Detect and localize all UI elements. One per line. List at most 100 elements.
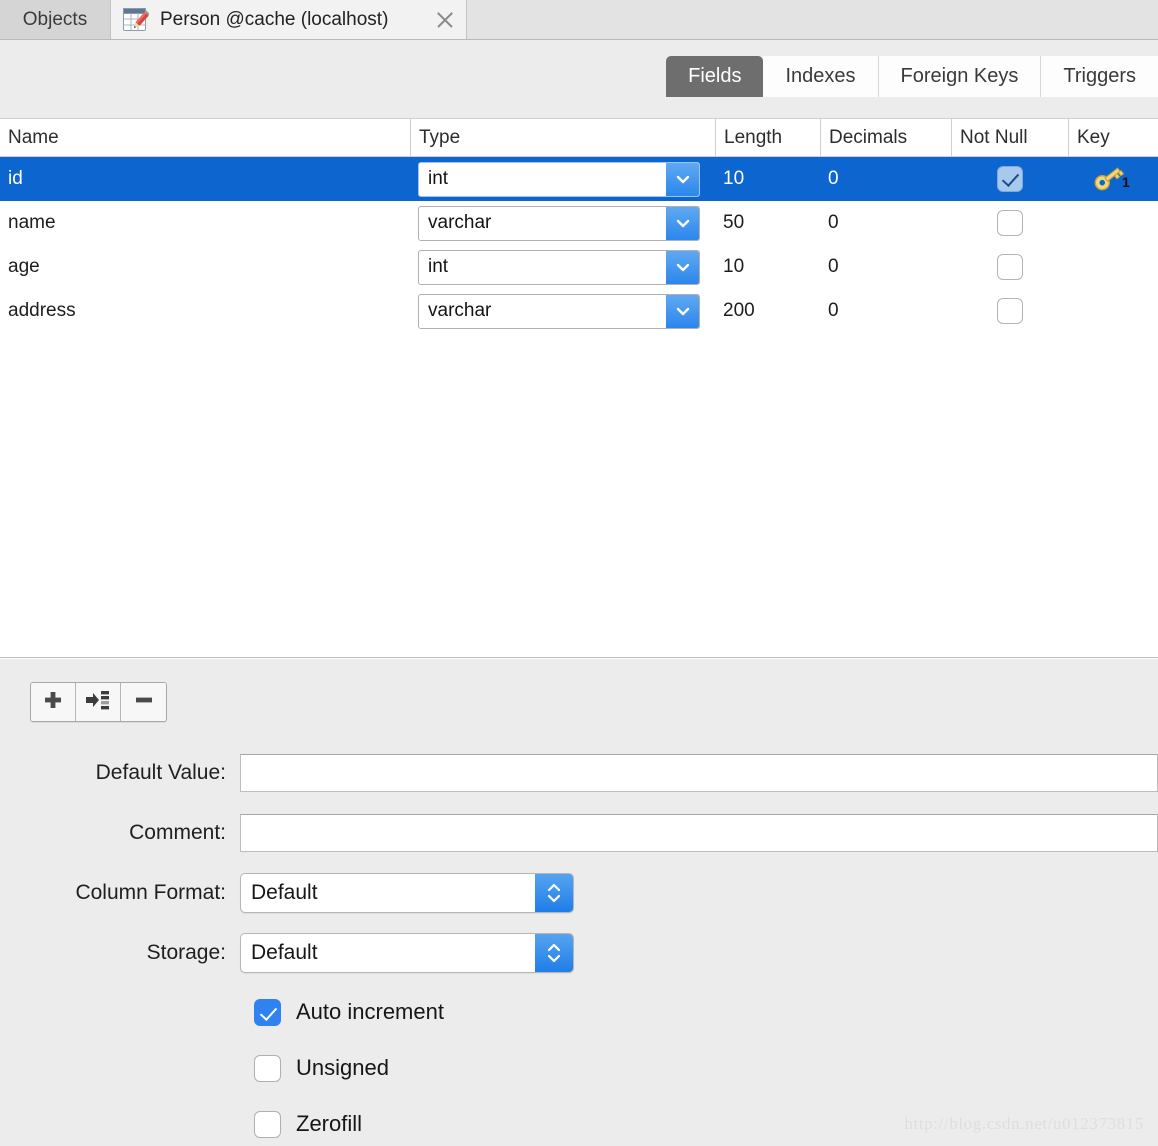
field-length-value: 10: [723, 256, 745, 277]
field-name-cell[interactable]: address: [0, 289, 410, 333]
field-not-null-cell[interactable]: [951, 201, 1068, 245]
storage-row: Storage: Default: [0, 932, 1158, 974]
field-type-cell[interactable]: varchar: [410, 289, 715, 333]
field-length-cell[interactable]: 10: [715, 157, 820, 201]
unsigned-checkbox[interactable]: [254, 1054, 281, 1082]
tab-indexes[interactable]: Indexes: [763, 56, 879, 97]
table-row[interactable]: name varchar 50 0: [0, 201, 1158, 245]
unsigned-row: Unsigned: [0, 1048, 1158, 1088]
watermark-text: http://blog.csdn.net/u012373815: [904, 1114, 1144, 1133]
tab-triggers[interactable]: Triggers: [1041, 56, 1158, 97]
field-name-cell[interactable]: age: [0, 245, 410, 289]
column-header-type[interactable]: Type: [410, 119, 715, 156]
field-name-value: age: [8, 256, 40, 277]
tabstrip-filler: [467, 0, 1158, 39]
type-dropdown[interactable]: int: [418, 249, 700, 285]
table-row[interactable]: age int 10 0: [0, 245, 1158, 289]
type-dropdown[interactable]: varchar: [418, 293, 700, 329]
delete-field-button[interactable]: [121, 683, 166, 721]
field-key-cell[interactable]: 1: [1068, 157, 1158, 201]
auto-increment-label: Auto increment: [296, 999, 444, 1024]
field-decimals-cell[interactable]: 0: [820, 157, 951, 201]
not-null-checkbox[interactable]: [996, 254, 1023, 280]
plus-icon: [42, 689, 64, 716]
chevron-down-icon[interactable]: [666, 250, 699, 284]
field-length-cell[interactable]: 50: [715, 201, 820, 245]
editor-subtab-bar: Fields Indexes Foreign Keys Triggers: [0, 40, 1158, 118]
tab-fields-label: Fields: [688, 65, 742, 87]
field-name-value: name: [8, 212, 56, 233]
chevron-down-icon[interactable]: [666, 294, 699, 328]
column-header-decimals[interactable]: Decimals: [820, 119, 951, 156]
not-null-checkbox[interactable]: [996, 166, 1023, 192]
field-key-cell[interactable]: [1068, 245, 1158, 289]
column-format-select[interactable]: Default: [240, 873, 574, 913]
comment-row: Comment:: [0, 812, 1158, 854]
add-field-button[interactable]: [31, 683, 76, 721]
column-header-length[interactable]: Length: [715, 119, 820, 156]
field-decimals-value: 0: [828, 168, 839, 189]
window-tabstrip: Objects Person @cache (localhost): [0, 0, 1158, 40]
comment-label: Comment:: [129, 821, 226, 844]
field-not-null-cell[interactable]: [951, 245, 1068, 289]
storage-value: Default: [251, 941, 318, 964]
field-decimals-value: 0: [828, 256, 839, 277]
field-length-cell[interactable]: 10: [715, 245, 820, 289]
auto-increment-row: Auto increment: [0, 992, 1158, 1032]
not-null-checkbox[interactable]: [996, 298, 1023, 324]
comment-input[interactable]: [240, 814, 1158, 852]
primary-key-icon: 1: [1091, 166, 1135, 192]
stepper-chevrons-icon[interactable]: [535, 934, 573, 972]
stepper-chevrons-icon[interactable]: [535, 874, 573, 912]
field-name-cell[interactable]: id: [0, 157, 410, 201]
field-key-cell[interactable]: [1068, 289, 1158, 333]
default-value-input[interactable]: [240, 754, 1158, 792]
field-length-value: 200: [723, 300, 755, 321]
field-name-value: id: [8, 168, 23, 189]
tab-objects[interactable]: Objects: [0, 0, 111, 39]
tab-person-document[interactable]: Person @cache (localhost): [111, 0, 468, 39]
tab-foreign-keys-label: Foreign Keys: [900, 65, 1019, 87]
type-dropdown-value: varchar: [428, 300, 492, 321]
type-dropdown[interactable]: int: [418, 161, 700, 197]
field-toolbar: [30, 682, 167, 722]
field-name-value: address: [8, 300, 76, 321]
table-row[interactable]: address varchar 200 0: [0, 289, 1158, 333]
field-decimals-value: 0: [828, 212, 839, 233]
auto-increment-checkbox[interactable]: [254, 998, 281, 1026]
column-header-name[interactable]: Name: [0, 119, 410, 156]
field-name-cell[interactable]: name: [0, 201, 410, 245]
chevron-down-icon[interactable]: [666, 162, 699, 196]
field-not-null-cell[interactable]: [951, 289, 1068, 333]
zerofill-checkbox[interactable]: [254, 1110, 281, 1138]
close-icon[interactable]: [434, 9, 456, 31]
storage-label: Storage:: [146, 941, 226, 964]
field-key-cell[interactable]: [1068, 201, 1158, 245]
zerofill-label: Zerofill: [296, 1111, 363, 1136]
tab-foreign-keys[interactable]: Foreign Keys: [878, 56, 1042, 97]
svg-text:1: 1: [1122, 174, 1130, 190]
column-header-not-null[interactable]: Not Null: [951, 119, 1068, 156]
field-not-null-cell[interactable]: [951, 157, 1068, 201]
field-type-cell[interactable]: int: [410, 157, 715, 201]
table-row[interactable]: id int 10 0 1: [0, 157, 1158, 201]
field-decimals-cell[interactable]: 0: [820, 289, 951, 333]
fields-grid: Name Type Length Decimals Not Null Key i…: [0, 118, 1158, 658]
chevron-down-icon[interactable]: [666, 206, 699, 240]
tab-objects-label: Objects: [22, 8, 88, 30]
column-format-row: Column Format: Default: [0, 872, 1158, 914]
app-window: Objects Person @cache (localhost) Fields…: [0, 0, 1158, 1146]
tab-person-title: Person @cache (localhost): [160, 8, 389, 30]
tab-fields[interactable]: Fields: [666, 56, 764, 97]
type-dropdown[interactable]: varchar: [418, 205, 700, 241]
storage-select[interactable]: Default: [240, 933, 574, 973]
column-format-label: Column Format:: [75, 881, 226, 904]
field-decimals-cell[interactable]: 0: [820, 201, 951, 245]
field-decimals-cell[interactable]: 0: [820, 245, 951, 289]
field-type-cell[interactable]: varchar: [410, 201, 715, 245]
not-null-checkbox[interactable]: [996, 210, 1023, 236]
column-header-key[interactable]: Key: [1068, 119, 1158, 156]
insert-field-button[interactable]: [76, 683, 121, 721]
field-length-cell[interactable]: 200: [715, 289, 820, 333]
field-type-cell[interactable]: int: [410, 245, 715, 289]
